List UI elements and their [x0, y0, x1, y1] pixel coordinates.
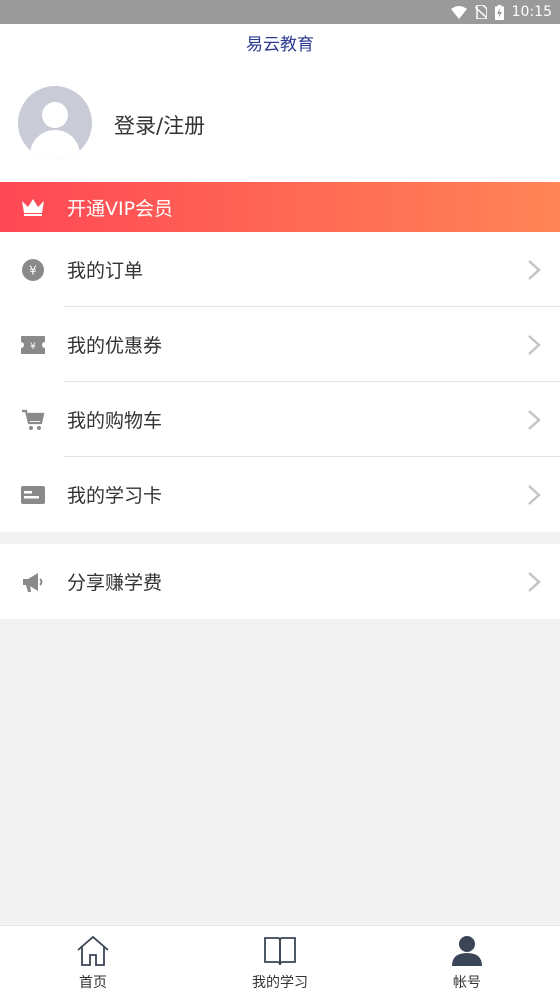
login-register-link[interactable]: 登录/注册	[114, 110, 205, 140]
svg-text:¥: ¥	[30, 342, 36, 352]
home-icon	[76, 935, 110, 967]
shopping-cart-icon	[21, 408, 45, 432]
menu-item-label: 我的优惠券	[67, 335, 163, 357]
yen-coin-icon: ¥	[21, 258, 45, 282]
tab-label: 首页	[79, 975, 107, 991]
menu-item-orders[interactable]: ¥ 我的订单	[0, 232, 560, 307]
vip-membership-banner[interactable]: 开通VIP会员	[0, 182, 560, 232]
menu-item-label: 我的学习卡	[67, 485, 163, 507]
wifi-icon	[450, 5, 467, 19]
tab-my-learning[interactable]: 我的学习	[187, 926, 373, 997]
status-bar: 10:15	[0, 0, 560, 24]
bottom-tab-bar: 首页 我的学习 帐号	[0, 925, 560, 997]
book-icon	[263, 935, 297, 967]
tab-label: 帐号	[453, 975, 481, 991]
menu-item-label: 分享赚学费	[67, 572, 163, 594]
app-title: 易云教育	[246, 35, 314, 55]
megaphone-icon	[21, 570, 45, 594]
chevron-right-icon	[526, 570, 542, 594]
menu-item-label: 我的购物车	[67, 410, 163, 432]
person-icon	[450, 935, 484, 967]
default-avatar-icon[interactable]	[18, 86, 92, 160]
share-menu: 分享赚学费	[0, 544, 560, 619]
chevron-right-icon	[526, 408, 542, 432]
account-menu: ¥ 我的订单 ¥ 我的优惠券 我的购物车 我的学习卡	[0, 232, 560, 532]
vip-label: 开通VIP会员	[67, 197, 174, 220]
menu-item-study-card[interactable]: 我的学习卡	[0, 457, 560, 532]
battery-charging-icon	[494, 4, 504, 20]
chevron-right-icon	[526, 333, 542, 357]
tab-account[interactable]: 帐号	[374, 926, 560, 997]
crown-icon	[21, 198, 45, 216]
profile-header: 易云教育 登录/注册	[0, 24, 560, 182]
tab-home[interactable]: 首页	[0, 926, 186, 997]
no-sim-icon	[474, 5, 487, 19]
menu-item-coupons[interactable]: ¥ 我的优惠券	[0, 307, 560, 382]
coupon-ticket-icon: ¥	[21, 333, 45, 357]
menu-item-share-earn[interactable]: 分享赚学费	[0, 544, 560, 619]
menu-item-label: 我的订单	[67, 260, 144, 282]
tab-label: 我的学习	[252, 975, 308, 991]
chevron-right-icon	[526, 258, 542, 282]
chevron-right-icon	[526, 483, 542, 507]
menu-item-cart[interactable]: 我的购物车	[0, 382, 560, 457]
svg-text:¥: ¥	[29, 264, 37, 278]
study-card-icon	[21, 483, 45, 507]
status-time: 10:15	[511, 4, 552, 20]
